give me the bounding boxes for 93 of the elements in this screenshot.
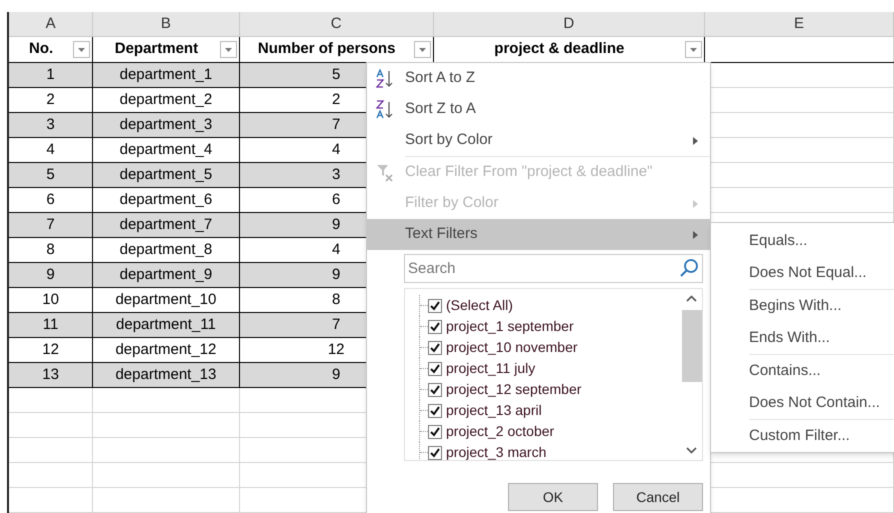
scrollbar-thumb[interactable] (682, 310, 702, 382)
table-cell-text: department_5 (120, 164, 212, 185)
dialog-button[interactable]: OK (508, 483, 598, 511)
filter-value[interactable]: (Select All) (446, 295, 513, 316)
filter-value[interactable]: project_3 march (446, 442, 546, 460)
search-field[interactable]: Search (404, 254, 703, 283)
dialog-button[interactable]: Cancel (613, 483, 703, 511)
table-cell-text: department_10 (115, 290, 216, 310)
table-cell-text: 9 (46, 264, 55, 285)
table-cell-text: department_12 (115, 340, 216, 360)
header-cell-text: Department (114, 39, 200, 60)
table-cell-text: 5 (46, 164, 55, 185)
table-cell-text: 2 (46, 90, 55, 110)
table-cell-text: 10 (42, 290, 59, 310)
table-cell-text: 8 (46, 240, 55, 260)
submenu-item[interactable]: Does Not Contain... (749, 392, 880, 414)
table-cell-text: department_7 (120, 214, 212, 235)
table-cell-text: 4 (332, 240, 340, 260)
table-cell-text: 4 (332, 140, 340, 160)
checkbox[interactable] (428, 320, 442, 334)
table-cell-text: department_3 (120, 114, 212, 135)
table-cell-text: 9 (332, 264, 340, 285)
table-cell-text: department_9 (120, 264, 212, 285)
submenu-item[interactable]: Equals... (749, 230, 808, 252)
menu-item[interactable]: Sort by Color (367, 125, 710, 156)
checkbox[interactable] (428, 404, 442, 418)
submenu-arrow-icon (693, 200, 698, 208)
table-cell-text: 11 (42, 314, 58, 335)
table-cell-text: 13 (42, 364, 59, 385)
caret-icon (690, 48, 697, 52)
table-cell-text: 6 (46, 190, 55, 210)
scroll-up-icon[interactable] (686, 295, 697, 302)
header-cell-text: Number of persons (256, 39, 396, 60)
submenu-item[interactable]: Ends With... (749, 326, 830, 350)
checkbox[interactable] (428, 446, 442, 460)
filter-value[interactable]: project_12 september (446, 379, 582, 400)
column-letter: C (330, 14, 342, 34)
table-cell-text: 2 (332, 90, 340, 110)
submenu-arrow-icon (693, 136, 698, 144)
table-cell-text: department_13 (115, 364, 216, 385)
filter-value[interactable]: project_2 october (446, 421, 554, 442)
table-cell-text: 3 (46, 114, 55, 135)
table-cell-text: 5 (332, 64, 340, 85)
table-cell-text: 7 (46, 214, 55, 235)
filter-value[interactable]: project_11 july (446, 358, 536, 379)
filter-dropdown-button[interactable] (684, 41, 702, 58)
table-cell-text: 3 (332, 164, 340, 185)
table-cell-text: 9 (332, 214, 340, 235)
submenu-item[interactable]: Custom Filter... (749, 424, 850, 448)
table-cell-text: 6 (332, 190, 340, 210)
search-icon (679, 258, 699, 278)
filter-dropdown-button[interactable] (220, 41, 237, 58)
filter-dropdown-button[interactable] (73, 41, 90, 58)
table-cell-text: department_1 (120, 64, 212, 85)
column-letter: E (794, 14, 804, 34)
menu-item[interactable]: Sort A to Z (367, 63, 710, 94)
submenu-item[interactable]: Does Not Equal... (749, 262, 867, 284)
table-cell-text: 8 (332, 290, 340, 310)
caret-icon (418, 48, 426, 52)
table-cell-text: department_2 (120, 90, 212, 110)
checkbox[interactable] (428, 362, 442, 376)
checkbox[interactable] (428, 424, 442, 438)
table-cell-text: 12 (42, 340, 59, 360)
table-cell-text: department_4 (120, 140, 212, 160)
table-cell-text: department_11 (116, 314, 216, 335)
checkbox[interactable] (428, 298, 442, 312)
column-letter: A (46, 14, 56, 34)
submenu-item[interactable]: Begins With... (749, 294, 842, 318)
caret-icon (224, 48, 232, 52)
submenu-item[interactable]: Contains... (749, 360, 821, 382)
filter-value[interactable]: project_1 september (446, 316, 574, 337)
checkbox[interactable] (428, 382, 442, 396)
column-letter: B (160, 14, 171, 34)
submenu-arrow-icon (693, 230, 698, 238)
menu-item[interactable]: Sort Z to A (367, 94, 710, 125)
header-cell-text: project & deadline (493, 39, 626, 60)
filter-value[interactable]: project_13 april (446, 400, 542, 421)
column-letter: D (563, 14, 574, 34)
table-cell-text: 1 (46, 64, 55, 85)
table-cell-text: department_6 (120, 190, 212, 210)
table-cell-text: 4 (46, 140, 55, 160)
filter-dropdown-button[interactable] (414, 41, 431, 58)
scroll-down-icon[interactable] (686, 447, 697, 454)
caret-icon (78, 48, 86, 52)
header-cell-text: No. (28, 39, 54, 60)
table-cell-text: 7 (332, 314, 340, 335)
table-cell-text: department_8 (120, 240, 212, 260)
checkbox[interactable] (428, 340, 442, 354)
filter-value[interactable]: project_10 november (446, 337, 578, 358)
table-cell-text: 9 (332, 364, 340, 385)
menu-item[interactable]: Text Filters (367, 219, 710, 250)
table-cell-text: 7 (332, 114, 340, 135)
table-cell-text: 12 (328, 340, 345, 360)
